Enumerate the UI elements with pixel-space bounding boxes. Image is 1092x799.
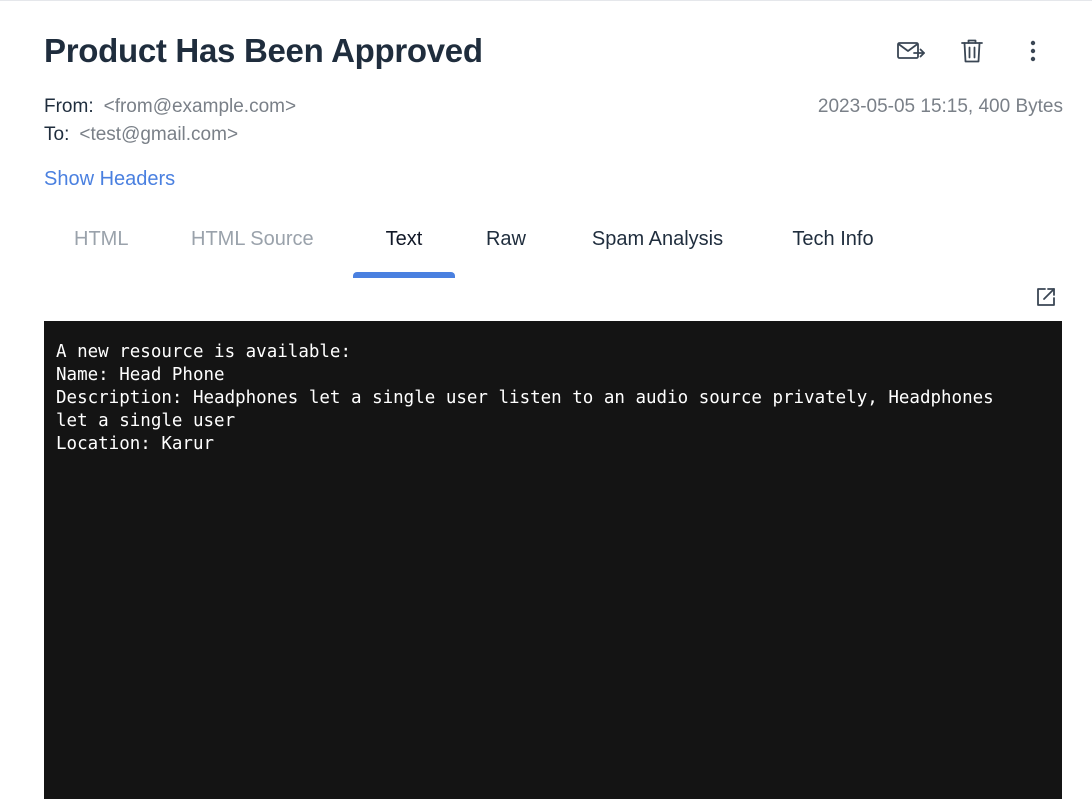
tab-html[interactable]: HTML xyxy=(44,222,161,278)
delete-button[interactable] xyxy=(957,36,987,66)
forward-icon xyxy=(897,42,925,59)
to-row: To: <test@gmail.com> xyxy=(44,124,238,146)
more-vertical-icon xyxy=(1030,40,1036,62)
tab-html-source[interactable]: HTML Source xyxy=(161,222,353,278)
trash-icon xyxy=(961,39,983,63)
from-label: From: xyxy=(44,96,94,117)
email-subject: Product Has Been Approved xyxy=(44,32,483,69)
from-row: From: <from@example.com> xyxy=(44,96,296,118)
message-body-text: A new resource is available: Name: Head … xyxy=(56,342,994,454)
to-label: To: xyxy=(44,124,70,145)
external-link-icon xyxy=(1037,288,1055,306)
forward-button[interactable] xyxy=(896,36,926,66)
tab-tech-info[interactable]: Tech Info xyxy=(758,222,908,278)
top-divider xyxy=(0,0,1092,1)
from-address: <from@example.com> xyxy=(103,96,297,117)
tab-spam-analysis[interactable]: Spam Analysis xyxy=(557,222,758,278)
open-in-new-window-button[interactable] xyxy=(1035,286,1057,308)
tab-raw[interactable]: Raw xyxy=(455,222,557,278)
email-actions xyxy=(896,36,1048,66)
date-size-info: 2023-05-05 15:15, 400 Bytes xyxy=(817,96,1063,117)
message-body-panel: A new resource is available: Name: Head … xyxy=(44,321,1062,799)
show-headers-link[interactable]: Show Headers xyxy=(44,168,175,191)
to-address: <test@gmail.com> xyxy=(79,124,239,145)
tab-text[interactable]: Text xyxy=(353,222,455,278)
view-tabs: HTML HTML Source Text Raw Spam Analysis … xyxy=(44,222,908,278)
more-options-button[interactable] xyxy=(1018,36,1048,66)
